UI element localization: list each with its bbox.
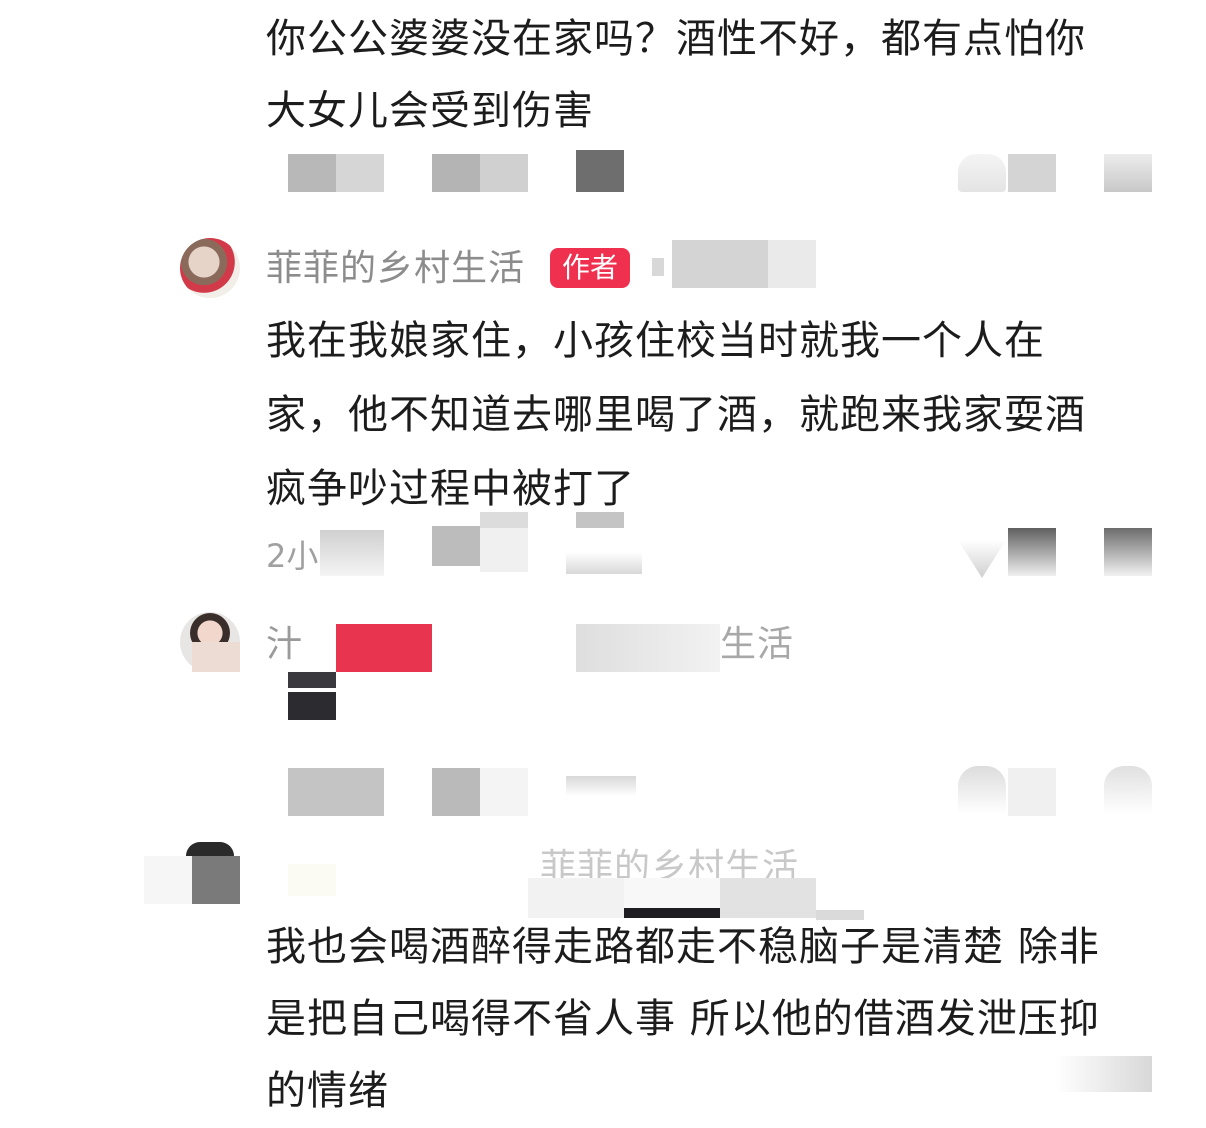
comment-text-line: 我在我娘家住，小孩住校当时就我一个人在 xyxy=(266,318,1045,364)
mosaic-block xyxy=(480,528,528,572)
dislike-icon[interactable] xyxy=(1104,528,1152,576)
mosaic-block xyxy=(288,154,336,192)
mosaic-block xyxy=(566,776,636,796)
mosaic-block xyxy=(144,856,192,904)
avatar[interactable] xyxy=(186,842,234,856)
mosaic-block xyxy=(288,672,336,688)
mosaic-block xyxy=(336,154,384,192)
mosaic-block xyxy=(432,526,480,566)
username[interactable]: 菲菲的乡村生活 xyxy=(266,244,525,294)
avatar[interactable] xyxy=(180,238,240,298)
comment-text-line: 是把自己喝得不省人事 所以他的借酒发泄压抑 xyxy=(266,996,1100,1042)
mosaic-block xyxy=(288,692,336,720)
mosaic-block xyxy=(192,856,240,904)
timestamp: 2小 xyxy=(266,537,319,575)
mosaic-block xyxy=(576,150,624,192)
mosaic-block xyxy=(480,154,528,192)
mosaic-block xyxy=(652,258,664,276)
mosaic-block xyxy=(1008,768,1056,816)
username[interactable]: 汁 xyxy=(266,620,303,670)
author-badge: 作者 xyxy=(550,248,631,288)
comment-text-line: 我也会喝酒醉得走路都走不稳脑子是清楚 除非 xyxy=(266,924,1100,970)
mosaic-block xyxy=(288,864,336,896)
mosaic-block xyxy=(432,768,480,816)
mosaic-block xyxy=(576,512,624,528)
mosaic-block xyxy=(480,768,528,816)
mosaic-block xyxy=(1008,528,1056,576)
comment-text-line: 你公公婆婆没在家吗？酒性不好，都有点怕你 xyxy=(266,16,1086,62)
mosaic-block xyxy=(576,624,720,672)
like-icon[interactable] xyxy=(958,766,1006,814)
like-icon[interactable] xyxy=(958,154,1006,192)
mosaic-block xyxy=(1056,1056,1152,1092)
mosaic-block xyxy=(288,768,384,816)
mosaic-block xyxy=(672,240,768,288)
mosaic-block xyxy=(192,642,240,672)
dislike-icon[interactable] xyxy=(1104,154,1152,192)
mosaic-block xyxy=(1008,154,1056,192)
mosaic-block xyxy=(432,154,480,192)
comment-text-line: 的情绪 xyxy=(266,1068,389,1114)
comment-text-line: 家，他不知道去哪里喝了酒，就跑来我家耍酒 xyxy=(266,392,1086,438)
dislike-icon[interactable] xyxy=(1104,766,1152,814)
mosaic-block xyxy=(480,512,528,528)
mosaic-block xyxy=(336,624,432,672)
reply-to-username[interactable]: 生活 xyxy=(720,620,794,670)
comment-text-line: 大女儿会受到伤害 xyxy=(266,88,594,134)
like-icon[interactable] xyxy=(958,540,1006,578)
mosaic-block xyxy=(768,240,816,288)
mosaic-block xyxy=(566,552,642,574)
mosaic-block xyxy=(320,530,384,576)
